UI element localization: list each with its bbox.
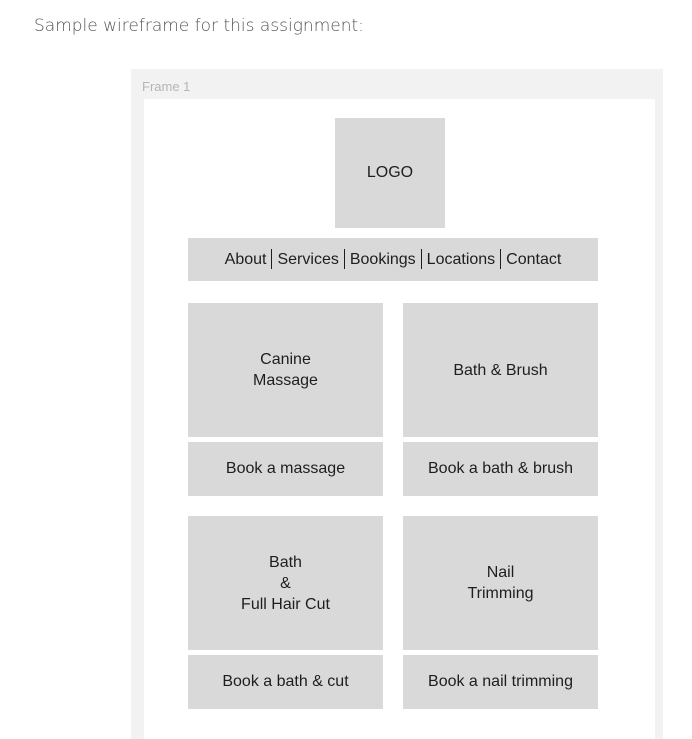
nav-item-about[interactable]: About xyxy=(225,251,267,269)
book-bath-brush-button[interactable]: Book a bath & brush xyxy=(403,442,598,496)
frame-label: Frame 1 xyxy=(142,79,191,94)
nav-divider xyxy=(271,248,273,269)
logo-placeholder: LOGO xyxy=(335,118,445,228)
intro-text: Sample wireframe for this assignment: xyxy=(34,16,364,36)
book-nail-trimming-button[interactable]: Book a nail trimming xyxy=(403,655,598,709)
book-massage-button[interactable]: Book a massage xyxy=(188,442,383,496)
nav-divider xyxy=(420,248,422,269)
nav-item-bookings[interactable]: Bookings xyxy=(350,251,416,269)
navigation-bar: About Services Bookings Locations Contact xyxy=(188,238,598,281)
service-tile-bath-haircut: Bath & Full Hair Cut xyxy=(188,516,383,650)
nav-divider xyxy=(343,248,345,269)
service-tile-canine-massage: Canine Massage xyxy=(188,303,383,437)
book-bath-cut-button[interactable]: Book a bath & cut xyxy=(188,655,383,709)
nav-item-services[interactable]: Services xyxy=(277,251,338,269)
nav-item-locations[interactable]: Locations xyxy=(427,251,496,269)
nav-divider xyxy=(500,248,502,269)
nav-item-contact[interactable]: Contact xyxy=(506,251,561,269)
wireframe-canvas: LOGO About Services Bookings Locations Conta… xyxy=(144,99,655,739)
service-tile-nail-trimming: Nail Trimming xyxy=(403,516,598,650)
wireframe-frame: Frame 1 LOGO About Services Bookings Locati… xyxy=(131,69,663,739)
service-tile-bath-brush: Bath & Brush xyxy=(403,303,598,437)
